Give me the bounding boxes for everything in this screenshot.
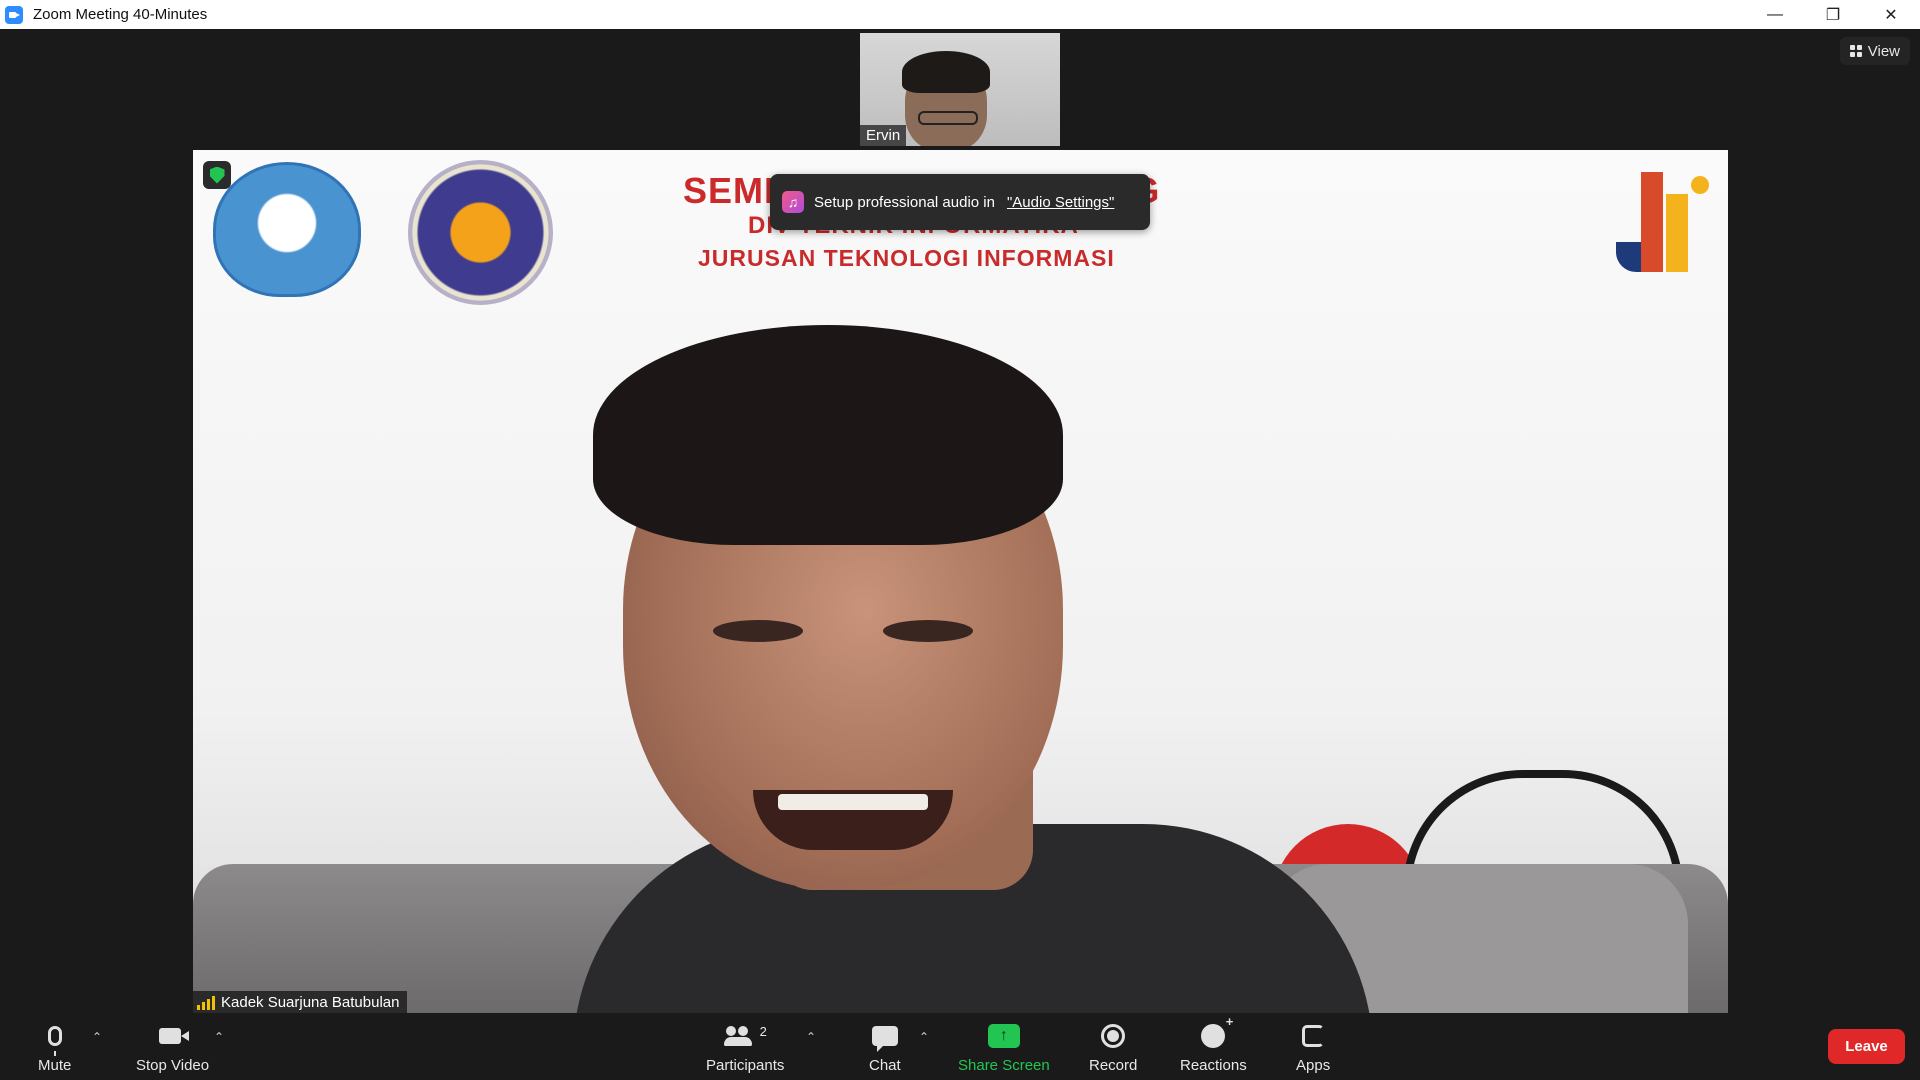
signal-strength-icon [197,995,215,1010]
view-button[interactable]: View [1839,37,1910,65]
speaker-left-eye [713,620,803,642]
thumbnail-glasses [918,111,978,125]
thumbnail-name-tag: Ervin [860,125,907,146]
chat-label: Chat [869,1057,901,1074]
stop-video-label: Stop Video [136,1057,210,1074]
reactions-label: Reactions [1180,1057,1247,1074]
record-label: Record [1089,1057,1138,1074]
thumbnail-hair [902,51,990,93]
minimize-button[interactable]: — [1746,0,1804,29]
chat-bubble-icon [871,1026,898,1052]
grid-view-icon [1849,45,1862,57]
zoom-app-icon [5,5,23,24]
music-note-icon: ♫ [782,191,804,213]
window-controls: — ❐ ✕ [1746,0,1920,29]
apps-button[interactable]: Apps [1296,1021,1330,1074]
participants-icon [723,1026,754,1046]
speaker-mouth [753,790,953,850]
view-button-label: View [1867,42,1900,60]
polinema-logo [408,160,553,305]
apps-icon [1302,1025,1325,1047]
mute-label: Mute [38,1057,72,1074]
chat-button[interactable]: Chat [869,1021,901,1074]
chat-options-caret[interactable]: ⌃ [919,1030,929,1044]
toast-text: Setup professional audio in [814,193,995,211]
video-options-caret[interactable]: ⌃ [214,1030,224,1044]
tut-wuri-handayani-logo [213,162,361,297]
active-speaker-video[interactable]: SEMINAR HASIL MAGANG DIV TEKNIK INFORMAT… [193,150,1728,1014]
record-icon [1101,1024,1126,1048]
speaker-right-eye [883,620,973,642]
reactions-button[interactable]: Reactions [1180,1014,1247,1074]
window-title: Zoom Meeting 40-Minutes [33,6,208,23]
participants-count: 2 [759,1023,767,1039]
audio-options-caret[interactable]: ⌃ [92,1030,102,1044]
encryption-shield-icon[interactable] [203,161,231,189]
share-screen-button[interactable]: ↑ Share Screen [958,1021,1050,1074]
speaker-hair [593,325,1063,545]
restore-button[interactable]: ❐ [1804,0,1862,29]
leave-button[interactable]: Leave [1828,1029,1905,1064]
record-button[interactable]: Record [1089,1021,1137,1074]
close-button[interactable]: ✕ [1862,0,1920,29]
apps-label: Apps [1296,1057,1331,1074]
jti-logo [1616,164,1709,272]
audio-settings-toast: ♫ Setup professional audio in "Audio Set… [770,174,1150,230]
video-camera-icon [158,1028,189,1044]
participant-thumbnail[interactable]: Ervin [860,33,1060,146]
share-screen-icon: ↑ [987,1024,1020,1048]
background-slide-line2: JURUSAN TEKNOLOGI INFORMASI [698,245,1115,271]
stop-video-button[interactable]: Stop Video [136,1021,209,1074]
window-titlebar: Zoom Meeting 40-Minutes — ❐ ✕ [0,0,1920,29]
participants-options-caret[interactable]: ⌃ [806,1030,816,1044]
participants-label: Participants [706,1057,785,1074]
microphone-icon [47,1026,62,1056]
meeting-toolbar: Mute ⌃ Stop Video ⌃ 2 Participants ⌃ Cha… [0,1013,1920,1080]
share-screen-label: Share Screen [958,1057,1050,1074]
shield-check-icon [209,166,225,184]
reactions-smile-icon [1201,1014,1233,1048]
mute-button[interactable]: Mute [38,1021,71,1074]
speaker-name-tag: Kadek Suarjuna Batubulan [193,991,408,1014]
speaker-name: Kadek Suarjuna Batubulan [221,994,400,1011]
participants-button[interactable]: 2 Participants [706,1021,785,1075]
audio-settings-link[interactable]: "Audio Settings" [1007,194,1114,211]
meeting-area: View Ervin SEMINAR HASIL MAGANG DIV TEKN… [0,29,1920,1014]
